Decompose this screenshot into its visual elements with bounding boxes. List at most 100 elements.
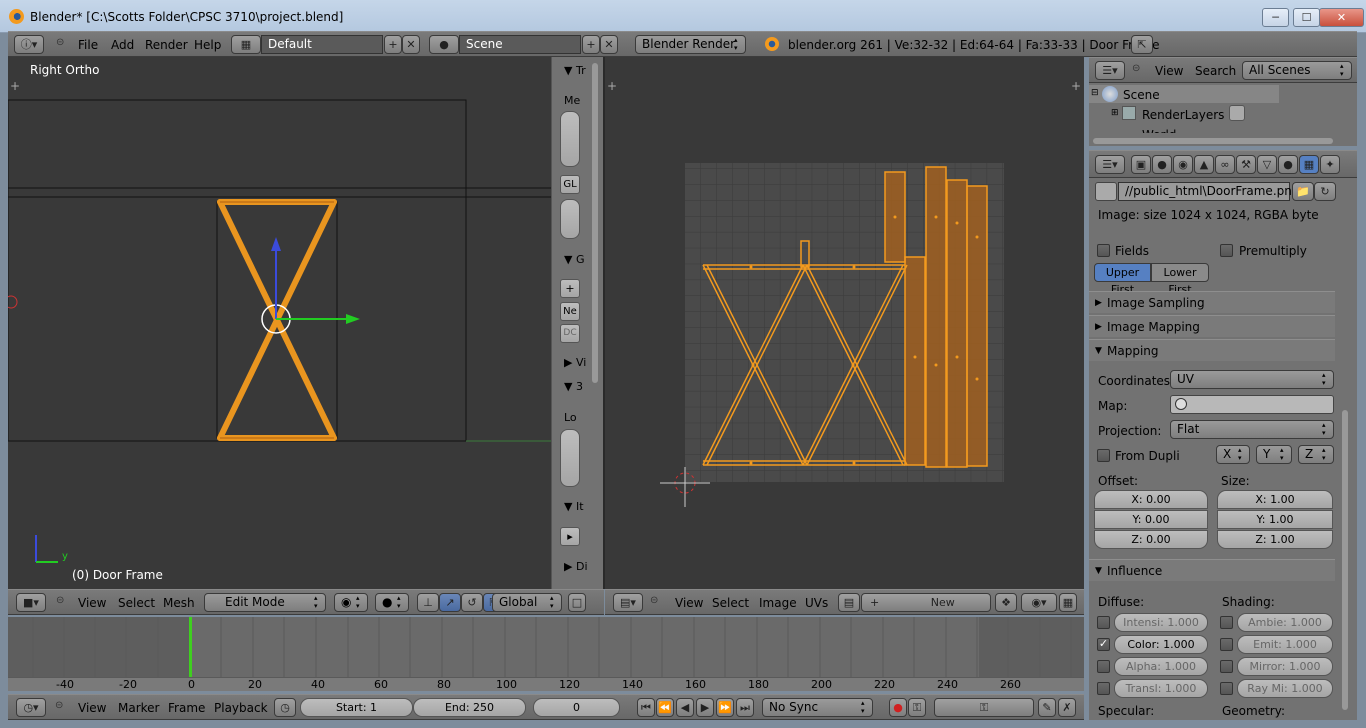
timeline[interactable] [8, 617, 1084, 677]
axis-x-dropdown[interactable]: X [1216, 445, 1250, 464]
intensity-checkbox[interactable] [1097, 616, 1110, 629]
mirror-field[interactable]: Mirror: 1.000 [1237, 657, 1333, 676]
menu-timeline-view[interactable]: View [78, 701, 106, 715]
scene-icon[interactable]: ● [429, 35, 459, 54]
jump-keyframe-back-icon[interactable]: ⏪ [656, 698, 674, 717]
collapse-icon[interactable]: ⊝ [1132, 63, 1140, 74]
toggle-buttons[interactable] [560, 199, 580, 239]
uv-properties-toggle-icon[interactable]: + [1071, 79, 1081, 93]
panel-view[interactable]: ▶ Vi [564, 356, 586, 369]
insert-keyframe-icon[interactable]: ✎ [1038, 698, 1056, 717]
color-checkbox[interactable]: ✓ [1097, 638, 1110, 651]
image-browse-icon[interactable]: ▤ [838, 593, 860, 612]
properties-editor-type-icon[interactable]: ☰▾ [1095, 155, 1125, 174]
emit-field[interactable]: Emit: 1.000 [1237, 635, 1333, 654]
color-field[interactable]: Color: 1.000 [1114, 635, 1208, 654]
mode-dropdown[interactable]: Edit Mode [204, 593, 326, 612]
panel-3d-cursor[interactable]: ▼ 3 [564, 380, 583, 393]
uv-map-field[interactable] [1170, 395, 1334, 414]
uv-toolshelf-toggle-icon[interactable]: + [607, 79, 617, 93]
menu-uv-select[interactable]: Select [712, 596, 749, 610]
ray-mirror-field[interactable]: Ray Mi: 1.000 [1237, 679, 1333, 698]
collapse-icon[interactable]: ⊝ [55, 700, 63, 711]
reload-icon[interactable]: ↻ [1314, 182, 1336, 201]
manipulator-icon[interactable]: ⊥ [417, 593, 439, 612]
panel-influence[interactable]: ▼ Influence [1089, 559, 1335, 581]
intensity-field[interactable]: Intensi: 1.000 [1114, 613, 1208, 632]
panel-transform[interactable]: ▼ Tr [564, 64, 586, 77]
menu-render[interactable]: Render [145, 38, 188, 52]
translucency-checkbox[interactable] [1097, 682, 1110, 695]
viewport-shading-dropdown[interactable]: ◉ [334, 593, 368, 612]
transform-orientation-dropdown[interactable]: Global [492, 593, 562, 612]
timeline-editor-type-icon[interactable]: ◷▾ [16, 698, 46, 717]
outliner-world-label[interactable]: World [1142, 128, 1176, 133]
outliner-scrollbar[interactable] [1093, 138, 1333, 144]
record-icon[interactable]: ● [889, 698, 907, 717]
ambient-checkbox[interactable] [1220, 616, 1233, 629]
location-fields[interactable] [560, 429, 580, 487]
maximize-button[interactable]: ☐ [1293, 8, 1320, 27]
outliner-scene-label[interactable]: Scene [1123, 88, 1160, 102]
play-icon[interactable]: ▶ [696, 698, 714, 717]
collapse-icon[interactable]: ⊝ [56, 37, 64, 48]
toolshelf-toggle-icon[interactable]: + [10, 79, 20, 93]
keying-set-field[interactable]: ⚿ [934, 698, 1034, 717]
toolshelf-scrollbar[interactable] [592, 63, 598, 383]
offset-x-field[interactable]: X: 0.00 [1094, 490, 1208, 509]
tab-particles-icon[interactable]: ✦ [1320, 155, 1340, 174]
properties-scrollbar[interactable] [1342, 410, 1348, 710]
fullscreen-icon[interactable]: ⇱ [1131, 35, 1153, 54]
offset-z-field[interactable]: Z: 0.00 [1094, 530, 1208, 549]
alpha-checkbox[interactable] [1097, 660, 1110, 673]
menu-marker[interactable]: Marker [118, 701, 159, 715]
remove-scene-icon[interactable]: ✕ [600, 35, 618, 54]
file-browse-icon[interactable]: 📁 [1292, 182, 1314, 201]
menu-mesh[interactable]: Mesh [163, 596, 195, 610]
menu-select[interactable]: Select [118, 596, 155, 610]
fields-checkbox[interactable] [1097, 244, 1110, 257]
scene-field[interactable]: Scene [459, 35, 581, 54]
add-scene-icon[interactable]: + [582, 35, 600, 54]
add-screen-icon[interactable]: + [384, 35, 402, 54]
menu-outliner-view[interactable]: View [1155, 64, 1183, 78]
translate-icon[interactable]: ↗ [439, 593, 461, 612]
collapse-icon[interactable]: ⊝ [56, 595, 64, 606]
outliner-renderlayers-label[interactable]: RenderLayers [1142, 108, 1224, 122]
render-engine-dropdown[interactable]: Blender Render [635, 35, 746, 54]
coordinates-dropdown[interactable]: UV [1170, 370, 1334, 389]
offset-y-field[interactable]: Y: 0.00 [1094, 510, 1208, 529]
expand-icon[interactable]: ⊞ [1111, 108, 1119, 118]
tab-constraints-icon[interactable]: ∞ [1215, 155, 1235, 174]
area-divider[interactable] [603, 57, 605, 589]
menu-image[interactable]: Image [759, 596, 797, 610]
end-frame-field[interactable]: End: 250 [413, 698, 526, 717]
new-image-button[interactable]: + New [861, 593, 991, 612]
menu-view[interactable]: View [78, 596, 106, 610]
add-icon[interactable]: + [560, 279, 580, 298]
render-icon[interactable] [1229, 105, 1245, 121]
tab-data-icon[interactable]: ▽ [1257, 155, 1277, 174]
from-dupli-checkbox[interactable] [1097, 449, 1110, 462]
uv-editor-type-icon[interactable]: ▤▾ [613, 593, 643, 612]
image-path-field[interactable]: //public_html\DoorFrame.png [1118, 182, 1299, 201]
projection-dropdown[interactable]: Flat [1170, 420, 1334, 439]
lower-first-button[interactable]: Lower First [1151, 263, 1209, 296]
size-x-field[interactable]: X: 1.00 [1217, 490, 1333, 509]
pin-icon[interactable]: ❖ [995, 593, 1017, 612]
3d-viewport[interactable]: Right Ortho + (0) Door Frame y [8, 57, 551, 589]
rotate-icon[interactable]: ↺ [461, 593, 483, 612]
panel-item[interactable]: ▼ It [564, 500, 584, 513]
tab-render-icon[interactable]: ▣ [1131, 155, 1151, 174]
info-editor-type-icon[interactable]: ⓘ▾ [14, 35, 44, 54]
menu-uv-view[interactable]: View [675, 596, 703, 610]
menu-outliner-search[interactable]: Search [1195, 64, 1236, 78]
panel-display[interactable]: ▶ Di [564, 560, 588, 573]
gl-button[interactable]: GL [560, 175, 580, 194]
jump-keyframe-forward-icon[interactable]: ⏩ [716, 698, 734, 717]
mirror-checkbox[interactable] [1220, 660, 1233, 673]
layer-icon[interactable]: □ [568, 593, 586, 612]
start-frame-field[interactable]: Start: 1 [300, 698, 413, 717]
3d-editor-type-icon[interactable]: ■▾ [16, 593, 46, 612]
menu-help[interactable]: Help [194, 38, 221, 52]
